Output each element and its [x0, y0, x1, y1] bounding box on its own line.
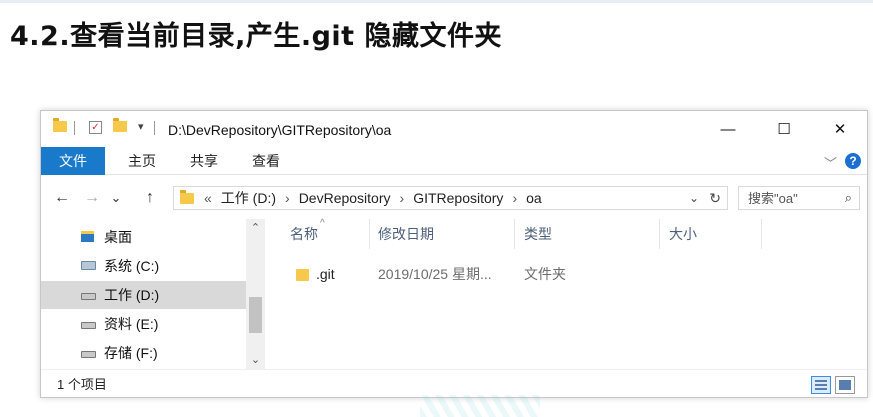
file-type: 文件夹 [524, 266, 566, 282]
file-modified: 2019/10/25 星期... [378, 266, 492, 282]
address-bar[interactable]: « 工作 (D:) › DevRepository › GITRepositor… [173, 186, 728, 210]
search-input[interactable] [739, 187, 835, 209]
watermark [420, 395, 540, 417]
up-button[interactable]: ↑ [139, 183, 161, 213]
forward-button[interactable]: → [81, 183, 103, 213]
nav-item-label: 桌面 [104, 229, 132, 245]
large-icons-view-icon [839, 380, 851, 390]
tab-home[interactable]: 主页 [115, 147, 169, 175]
quick-access-dropdown[interactable]: ▾ [138, 120, 144, 133]
column-divider[interactable] [514, 219, 515, 249]
ribbon: 文件 主页 共享 查看 ﹀ ? [41, 147, 867, 175]
maximize-button[interactable]: ☐ [761, 111, 807, 147]
tab-file[interactable]: 文件 [41, 147, 105, 175]
scroll-up-button[interactable]: ⌃ [246, 219, 265, 237]
breadcrumb-drive[interactable]: 工作 (D:) [221, 187, 276, 209]
breadcrumb-gitrepository[interactable]: GITRepository [413, 187, 503, 209]
minimize-button[interactable]: — [705, 111, 751, 147]
nav-item-data-e[interactable]: 资料 (E:) [41, 310, 246, 338]
tab-share[interactable]: 共享 [177, 147, 231, 175]
new-folder-icon[interactable] [113, 118, 127, 132]
scrollbar-thumb[interactable] [249, 297, 262, 333]
search-box: ⌕ [738, 186, 860, 210]
sort-indicator: ^ [320, 218, 325, 229]
properties-icon[interactable]: ✓ [89, 121, 102, 134]
breadcrumb-separator[interactable]: › [400, 187, 405, 209]
nav-item-label: 系统 (C:) [104, 258, 160, 274]
details-view-icon [815, 380, 827, 390]
close-button[interactable]: ✕ [817, 111, 863, 147]
refresh-icon[interactable]: ↻ [709, 187, 721, 209]
explorer-window: ✓ ▾ D:\DevRepository\GITRepository\oa — … [40, 110, 868, 398]
nav-item-desktop[interactable]: 桌面 [41, 223, 246, 251]
address-overflow[interactable]: « [204, 187, 212, 209]
status-bar: 1 个项目 [41, 369, 867, 397]
column-divider[interactable] [369, 219, 370, 249]
system-drive-icon [81, 261, 96, 270]
large-icons-view-button[interactable] [835, 376, 855, 394]
window-title: D:\DevRepository\GITRepository\oa [168, 122, 392, 138]
back-button[interactable]: ← [51, 183, 73, 213]
drive-icon [81, 293, 96, 300]
help-icon[interactable]: ? [845, 153, 861, 169]
folder-icon [296, 269, 309, 281]
file-name: .git [316, 266, 335, 282]
title-bar: ✓ ▾ D:\DevRepository\GITRepository\oa — … [41, 111, 867, 147]
column-divider[interactable] [659, 219, 660, 249]
item-count: 1 个项目 [57, 377, 107, 392]
breadcrumb-devrepository[interactable]: DevRepository [299, 187, 391, 209]
column-date-modified[interactable]: 修改日期 [378, 219, 434, 249]
navigation-bar: ← → ⌄ ↑ « 工作 (D:) › DevRepository › GITR… [41, 183, 867, 213]
nav-item-work-d[interactable]: 工作 (D:) [41, 281, 246, 309]
desktop-icon [81, 231, 94, 242]
drive-icon [81, 322, 96, 329]
column-type[interactable]: 类型 [524, 219, 552, 249]
column-size[interactable]: 大小 [669, 219, 697, 249]
scroll-down-button[interactable]: ⌄ [246, 351, 265, 369]
expand-ribbon-icon[interactable]: ﹀ [824, 153, 837, 172]
navigation-pane: 桌面 系统 (C:) 工作 (D:) 资料 (E:) 存储 (F:) ⌃ ⌄ [41, 219, 265, 369]
column-name[interactable]: 名称 [290, 219, 318, 249]
details-view-button[interactable] [811, 376, 831, 394]
breadcrumb-separator[interactable]: › [285, 187, 290, 209]
nav-item-system-c[interactable]: 系统 (C:) [41, 252, 246, 280]
slide-top-border [0, 0, 873, 3]
address-dropdown-icon[interactable]: ⌄ [689, 187, 699, 209]
separator [74, 121, 75, 135]
nav-item-label: 工作 (D:) [104, 287, 160, 303]
breadcrumb-separator[interactable]: › [512, 187, 517, 209]
nav-item-storage-f[interactable]: 存储 (F:) [41, 339, 246, 367]
nav-item-label: 资料 (E:) [104, 316, 159, 332]
nav-item-label: 存储 (F:) [104, 345, 158, 361]
separator [154, 121, 155, 135]
breadcrumb-oa[interactable]: oa [526, 187, 542, 209]
file-row[interactable]: .git 2019/10/25 星期... 文件夹 [281, 259, 781, 289]
drive-icon [81, 351, 96, 358]
search-icon[interactable]: ⌕ [845, 187, 852, 209]
recent-locations-button[interactable]: ⌄ [105, 183, 127, 213]
slide-title: 4.2.查看当前目录,产生.git 隐藏文件夹 [10, 21, 502, 52]
folder-icon [53, 118, 67, 132]
tab-view[interactable]: 查看 [239, 147, 293, 175]
nav-scrollbar[interactable]: ⌃ ⌄ [246, 219, 265, 369]
folder-icon [180, 189, 194, 204]
column-divider[interactable] [761, 219, 762, 249]
